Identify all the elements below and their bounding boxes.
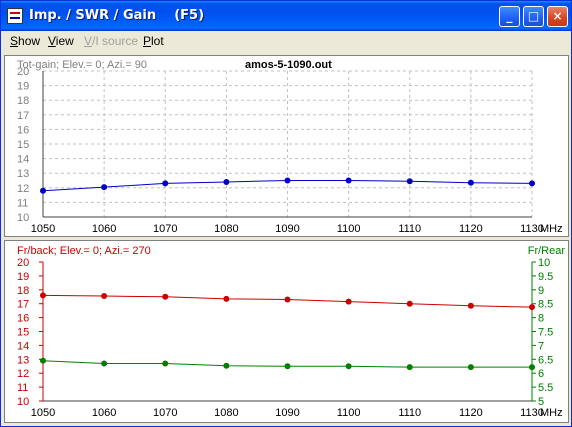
y-tick-label: 10 (17, 212, 29, 224)
x-tick-label: 1120 (459, 407, 483, 419)
gain-point (101, 184, 108, 191)
frrear-point (406, 364, 413, 371)
left-y-tick-label: 13 (17, 354, 29, 366)
right-y-tick-label: 5.5 (538, 382, 553, 394)
frrear-point (284, 363, 291, 370)
title-bar[interactable]: Imp. / SWR / Gain (F5) _ □ × (1, 1, 571, 31)
x-axis-unit: MHz (540, 407, 563, 419)
left-y-tick-label: 20 (17, 257, 29, 269)
gain-point (406, 178, 413, 185)
frback-point (345, 298, 352, 305)
right-y-tick-label: 9 (538, 285, 544, 297)
frrear-point (467, 364, 474, 371)
right-y-tick-label: 10 (538, 257, 550, 269)
left-y-tick-label: 11 (17, 382, 28, 394)
gain-chart-title: amos-5-1090.out (245, 59, 332, 71)
x-tick-label: 1090 (275, 407, 299, 419)
close-button[interactable]: × (547, 6, 568, 27)
gain-point (529, 180, 535, 187)
y-tick-label: 14 (17, 154, 29, 166)
left-y-tick-label: 15 (17, 327, 29, 339)
x-axis-unit: MHz (540, 223, 563, 235)
maximize-button[interactable]: □ (523, 6, 544, 27)
frrear-point (345, 363, 352, 370)
left-y-tick-label: 14 (17, 340, 29, 352)
gain-point (284, 177, 291, 184)
frrear-point (529, 364, 535, 371)
frrear-axis-label: Fr/Rear (528, 245, 566, 257)
y-tick-label: 16 (17, 124, 29, 136)
x-tick-label: 1080 (214, 223, 238, 235)
x-tick-label: 1100 (337, 407, 361, 419)
frrear-point (101, 360, 108, 367)
gain-chart-panel: 10 11 12 13 14 15 16 17 18 19 20 1050 1060 1070 1080 10… (4, 55, 569, 237)
x-tick-label: 1090 (275, 223, 299, 235)
x-tick-label: 1120 (459, 223, 483, 235)
frback-point (40, 292, 46, 299)
frback-point (162, 293, 169, 300)
right-y-tick-label: 6 (538, 368, 544, 380)
right-y-tick-label: 6.5 (538, 354, 553, 366)
frback-chart-panel: 10 11 12 13 14 15 16 17 18 19 20 5 5.5 6 6.5 7 7.5 8 8.5 9 9… (4, 240, 569, 423)
frrear-point (40, 357, 46, 364)
frback-chart: 101112131415161718192055.566.577.588.599… (17, 245, 566, 419)
x-tick-label: 1060 (92, 223, 116, 235)
frrear-point (223, 362, 230, 369)
gain-point (467, 179, 474, 186)
menu-show[interactable]: Show (10, 34, 40, 48)
frrear-point (162, 360, 169, 367)
y-tick-label: 19 (17, 81, 29, 93)
minimize-button[interactable]: _ (499, 6, 520, 27)
right-y-tick-label: 7.5 (538, 327, 553, 339)
left-y-tick-label: 10 (17, 396, 29, 408)
gain-chart: 10111213141516171819201050 1060 1070 1080 10… (17, 59, 563, 235)
right-y-tick-label: 8.5 (538, 299, 553, 311)
x-tick-label: 1070 (153, 407, 177, 419)
menu-view[interactable]: View (48, 34, 74, 48)
x-tick-label: 1050 (31, 223, 55, 235)
right-y-tick-label: 8 (538, 313, 544, 325)
menu-vi-source[interactable]: V/I source (84, 34, 138, 48)
gain-point (345, 177, 352, 184)
left-y-tick-label: 19 (17, 271, 29, 283)
left-y-tick-label: 12 (17, 368, 29, 380)
left-y-tick-label: 17 (17, 299, 29, 311)
x-tick-label: 1050 (31, 407, 55, 419)
x-tick-label: 1110 (398, 407, 421, 419)
gain-point (223, 178, 230, 185)
x-tick-label: 1100 (337, 223, 361, 235)
y-tick-label: 12 (17, 183, 29, 195)
gain-point (162, 180, 169, 187)
menu-bar: Show View V/I source Plot (4, 31, 569, 51)
gain-point (40, 187, 46, 194)
left-y-tick-label: 16 (17, 313, 29, 325)
frback-point (101, 293, 108, 300)
y-tick-label: 18 (17, 95, 29, 107)
right-y-tick-label: 9.5 (538, 271, 553, 283)
frback-point (284, 296, 291, 303)
x-tick-label: 1110 (398, 223, 421, 235)
x-tick-label: 1060 (92, 407, 116, 419)
x-tick-label: 1080 (214, 407, 238, 419)
window-title: Imp. / SWR / Gain (F5) (29, 8, 205, 23)
frback-point (406, 300, 413, 307)
frback-point (467, 302, 474, 309)
y-tick-label: 15 (17, 139, 29, 151)
menu-plot[interactable]: Plot (143, 34, 164, 48)
y-tick-label: 17 (17, 110, 29, 122)
y-tick-label: 11 (17, 197, 28, 209)
gain-chart-subtitle: Tot-gain; Elev.= 0; Azi.= 90 (17, 59, 147, 71)
y-tick-label: 13 (17, 168, 29, 180)
frback-point (223, 295, 230, 302)
app-icon[interactable] (7, 8, 23, 24)
x-tick-label: 1070 (153, 223, 177, 235)
frback-point (529, 304, 535, 311)
app-window: Imp. / SWR / Gain (F5) _ □ × Show View V… (0, 0, 572, 427)
left-y-tick-label: 18 (17, 285, 29, 297)
right-y-tick-label: 7 (538, 340, 544, 352)
frback-chart-subtitle: Fr/back; Elev.= 0; Azi.= 270 (17, 245, 151, 257)
